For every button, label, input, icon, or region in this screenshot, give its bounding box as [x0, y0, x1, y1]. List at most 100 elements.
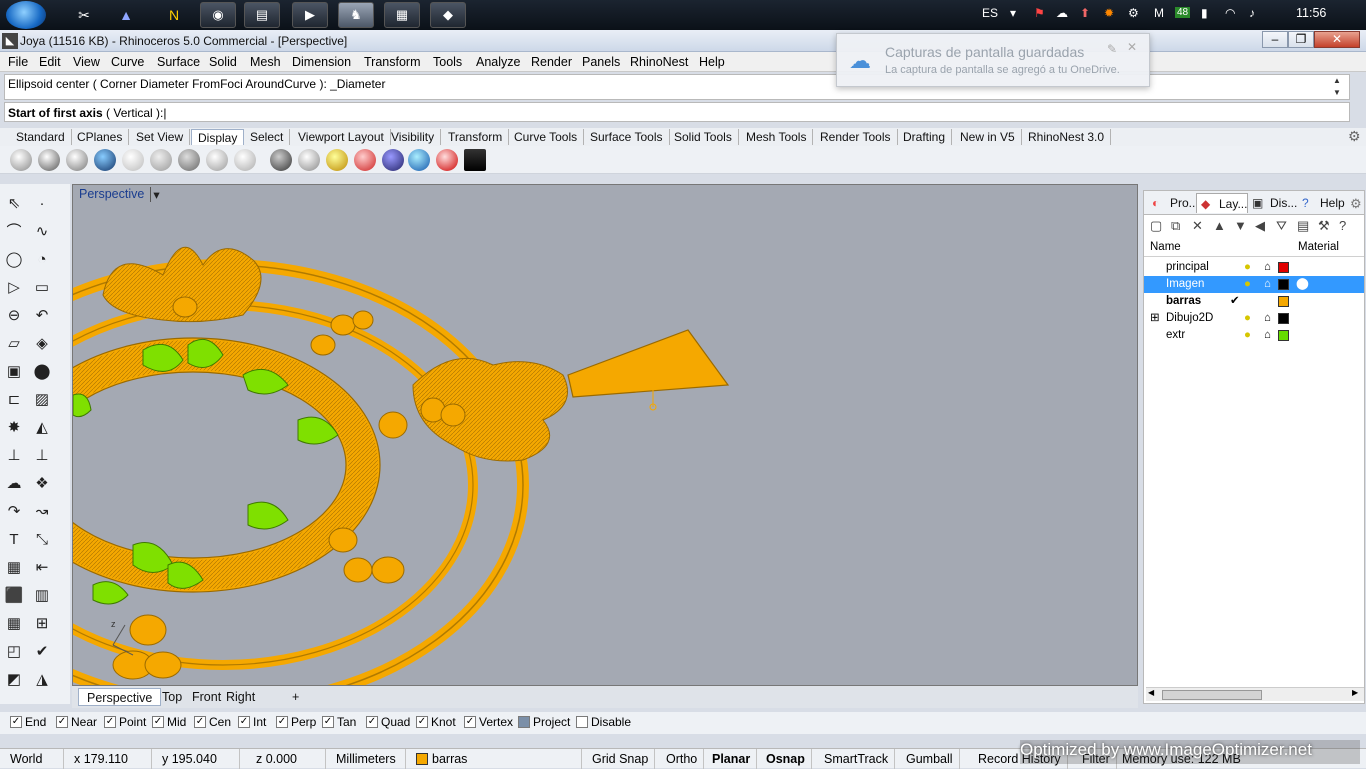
- tab-set-view[interactable]: Set View: [130, 129, 191, 145]
- analyze-icon[interactable]: ◰: [4, 642, 24, 662]
- layer-color-swatch[interactable]: [1278, 296, 1289, 307]
- app-taskbar-icon[interactable]: ◆: [430, 2, 466, 28]
- taskbar-app-icon-2[interactable]: ▲: [112, 4, 140, 26]
- gear-icon[interactable]: ⚙: [1348, 128, 1361, 145]
- monitor-icon[interactable]: [464, 149, 486, 171]
- flag-icon[interactable]: ⚑: [1034, 6, 1045, 20]
- move-icon[interactable]: ⊥: [4, 446, 24, 466]
- language-indicator[interactable]: ES: [982, 6, 998, 20]
- chevron-down-icon[interactable]: ▾: [150, 187, 160, 202]
- ortho-toggle[interactable]: Ortho: [660, 749, 705, 769]
- filter-icon[interactable]: ⛛: [1276, 218, 1287, 234]
- ellipse-icon[interactable]: ⊖: [4, 306, 24, 326]
- material-icon[interactable]: ⬤: [1296, 276, 1309, 293]
- layer-color-swatch[interactable]: [1278, 279, 1289, 290]
- viewport-tab-perspective[interactable]: Perspective: [78, 688, 162, 706]
- taskbar-app-icon-1[interactable]: ✂: [70, 4, 98, 26]
- xray-viewport-icon[interactable]: [150, 149, 172, 171]
- wireframe-viewport-icon[interactable]: [10, 149, 32, 171]
- status-cplane[interactable]: World: [4, 749, 64, 769]
- osnap-checkbox[interactable]: ✓: [464, 716, 476, 728]
- tab-cplanes[interactable]: CPlanes: [71, 129, 130, 145]
- close-icon[interactable]: ✕: [1127, 40, 1137, 54]
- tab-transform[interactable]: Transform: [442, 129, 510, 145]
- text-icon[interactable]: T: [4, 530, 24, 550]
- osnap-cen[interactable]: ✓ Cen: [194, 715, 231, 729]
- move-up-icon[interactable]: ▲: [1213, 218, 1226, 233]
- menu-analyze[interactable]: Analyze: [476, 55, 520, 69]
- block-icon[interactable]: ⬛: [4, 586, 24, 606]
- cloud-icon[interactable]: ☁: [1056, 6, 1068, 20]
- pen-viewport-icon[interactable]: [234, 149, 256, 171]
- curve-icon[interactable]: ∿: [32, 222, 52, 242]
- menu-curve[interactable]: Curve: [111, 55, 144, 69]
- clock[interactable]: 11:56: [1296, 6, 1326, 20]
- osnap-checkbox[interactable]: [518, 716, 530, 728]
- delete-layer-icon[interactable]: ✕: [1192, 218, 1203, 234]
- menu-solid[interactable]: Solid: [209, 55, 237, 69]
- scroll-thumb[interactable]: [1162, 690, 1262, 700]
- osnap-disable[interactable]: Disable: [576, 715, 631, 729]
- osnap-end[interactable]: ✓ End: [10, 715, 46, 729]
- unlock-icon[interactable]: ⌂: [1264, 276, 1271, 293]
- layout-icon[interactable]: ▦: [4, 558, 24, 578]
- tab-mesh-tools[interactable]: Mesh Tools: [740, 129, 814, 145]
- add-viewport-icon[interactable]: +: [284, 688, 307, 706]
- osnap-checkbox[interactable]: ✓: [56, 716, 68, 728]
- expand-icon[interactable]: ⊞: [1150, 310, 1160, 327]
- osnap-mid[interactable]: ✓ Mid: [152, 715, 186, 729]
- layer-row[interactable]: extr ● ⌂: [1144, 327, 1364, 344]
- osnap-knot[interactable]: ✓ Knot: [416, 715, 456, 729]
- tab-drafting[interactable]: Drafting: [897, 129, 953, 145]
- osnap-checkbox[interactable]: [576, 716, 588, 728]
- arc-icon[interactable]: ◔: [32, 250, 52, 270]
- display-options-icon[interactable]: [270, 149, 292, 171]
- notes-taskbar-icon[interactable]: ▦: [384, 2, 420, 28]
- osnap-vertex[interactable]: ✓ Vertex: [464, 715, 513, 729]
- tab-standard[interactable]: Standard: [10, 129, 72, 145]
- material-column-header[interactable]: Material: [1298, 241, 1339, 253]
- minimize-button[interactable]: –: [1262, 31, 1288, 48]
- layer-color-swatch[interactable]: [1278, 330, 1289, 341]
- menu-view[interactable]: View: [73, 55, 100, 69]
- boolean-icon[interactable]: ◭: [32, 418, 52, 438]
- select-icon[interactable]: ⇖: [4, 194, 24, 214]
- unlock-icon[interactable]: ⌂: [1264, 259, 1271, 276]
- tab-new-in-v5[interactable]: New in V5: [954, 129, 1022, 145]
- environment-map-icon[interactable]: [382, 149, 404, 171]
- cluster-icon[interactable]: ❖: [32, 474, 52, 494]
- orient-icon[interactable]: ⊞: [32, 614, 52, 634]
- group-icon[interactable]: ☁: [4, 474, 24, 494]
- viewport-title[interactable]: Perspective ▾: [79, 187, 160, 202]
- render-icon[interactable]: ◩: [4, 670, 24, 690]
- menu-help[interactable]: Help: [699, 55, 725, 69]
- box-icon[interactable]: ▣: [4, 362, 24, 382]
- menu-surface[interactable]: Surface: [157, 55, 200, 69]
- badge-icon[interactable]: 48: [1175, 7, 1191, 18]
- helix-icon[interactable]: ↶: [32, 306, 52, 326]
- osnap-checkbox[interactable]: ✓: [276, 716, 288, 728]
- paint-icon[interactable]: ◮: [32, 670, 52, 690]
- tab-viewport-layout[interactable]: Viewport Layout: [292, 129, 391, 145]
- layer-row[interactable]: barras ✔: [1144, 293, 1364, 310]
- point-icon[interactable]: ·: [32, 194, 52, 214]
- cylinder-icon[interactable]: ⊏: [4, 390, 24, 410]
- viewport-tab-right[interactable]: Right: [218, 688, 263, 706]
- gmail-icon[interactable]: M: [1154, 6, 1164, 20]
- surface-icon[interactable]: ▱: [4, 334, 24, 354]
- osnap-checkbox[interactable]: ✓: [416, 716, 428, 728]
- wrench-icon[interactable]: ✎: [1107, 42, 1117, 56]
- scroll-left-icon[interactable]: ◀: [1148, 688, 1154, 697]
- volume-icon[interactable]: ♪: [1249, 6, 1255, 20]
- curvature-icon[interactable]: [436, 149, 458, 171]
- layer-color-swatch[interactable]: [1278, 262, 1289, 273]
- grid-snap-toggle[interactable]: Grid Snap: [586, 749, 656, 769]
- mesh-icon[interactable]: ▨: [32, 390, 52, 410]
- explorer-taskbar-icon[interactable]: ▤: [244, 2, 280, 28]
- panel-tab-properties[interactable]: ◐ Pro...: [1148, 193, 1199, 213]
- technical-viewport-icon[interactable]: [178, 149, 200, 171]
- osnap-checkbox[interactable]: ✓: [366, 716, 378, 728]
- status-units[interactable]: Millimeters: [330, 749, 406, 769]
- command-line[interactable]: Start of first axis ( Vertical ):|: [4, 102, 1350, 122]
- section-icon[interactable]: [354, 149, 376, 171]
